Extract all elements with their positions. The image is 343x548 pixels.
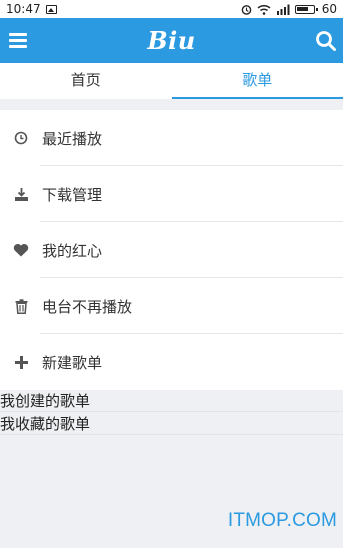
menu-item-label: 下载管理: [42, 185, 103, 204]
menu-item-downloads[interactable]: 下载管理: [0, 166, 343, 222]
section-created-playlists[interactable]: 我创建的歌单: [0, 390, 343, 412]
image-notification-icon: [45, 4, 57, 14]
trash-icon: [13, 298, 29, 314]
menu-icon[interactable]: [9, 33, 27, 48]
menu-item-label: 我的红心: [42, 241, 103, 260]
battery-icon: [294, 4, 318, 14]
tab-home[interactable]: 首页: [0, 63, 172, 99]
app-logo: Biu: [147, 26, 196, 55]
app-bar: Biu: [0, 18, 343, 63]
alarm-icon: [241, 4, 252, 15]
section-label: 我收藏的歌单: [0, 415, 91, 433]
divider: [0, 434, 343, 435]
tab-bar: 首页 歌单: [0, 63, 343, 99]
section-collected-playlists[interactable]: 我收藏的歌单: [0, 413, 343, 435]
menu-item-label: 最近播放: [42, 129, 103, 148]
status-indicators: 60: [241, 2, 337, 16]
wifi-icon: [257, 4, 271, 15]
clock-icon: [13, 130, 29, 146]
menu-item-favorites[interactable]: 我的红心: [0, 222, 343, 278]
search-icon[interactable]: [315, 30, 337, 52]
menu-item-new-playlist[interactable]: 新建歌单: [0, 334, 343, 390]
playlist-menu: 最近播放 下载管理 我的红心 电台不再播放 新建歌单: [0, 110, 343, 390]
menu-item-radio-blocked[interactable]: 电台不再播放: [0, 278, 343, 334]
menu-item-label: 新建歌单: [42, 353, 103, 372]
signal-icon: [276, 4, 290, 15]
watermark: ITMOP.COM: [227, 510, 337, 531]
divider: [0, 411, 343, 412]
tab-playlists[interactable]: 歌单: [171, 63, 343, 99]
menu-item-recent[interactable]: 最近播放: [0, 110, 343, 166]
section-label: 我创建的歌单: [0, 392, 91, 410]
tabs-spacer: [0, 99, 343, 110]
status-time: 10:47: [6, 2, 41, 16]
heart-icon: [13, 242, 29, 258]
battery-level: 60: [321, 2, 337, 16]
download-icon: [13, 186, 29, 202]
menu-item-label: 电台不再播放: [42, 297, 133, 316]
status-bar: 10:47 60: [0, 0, 343, 18]
plus-icon: [13, 354, 29, 370]
